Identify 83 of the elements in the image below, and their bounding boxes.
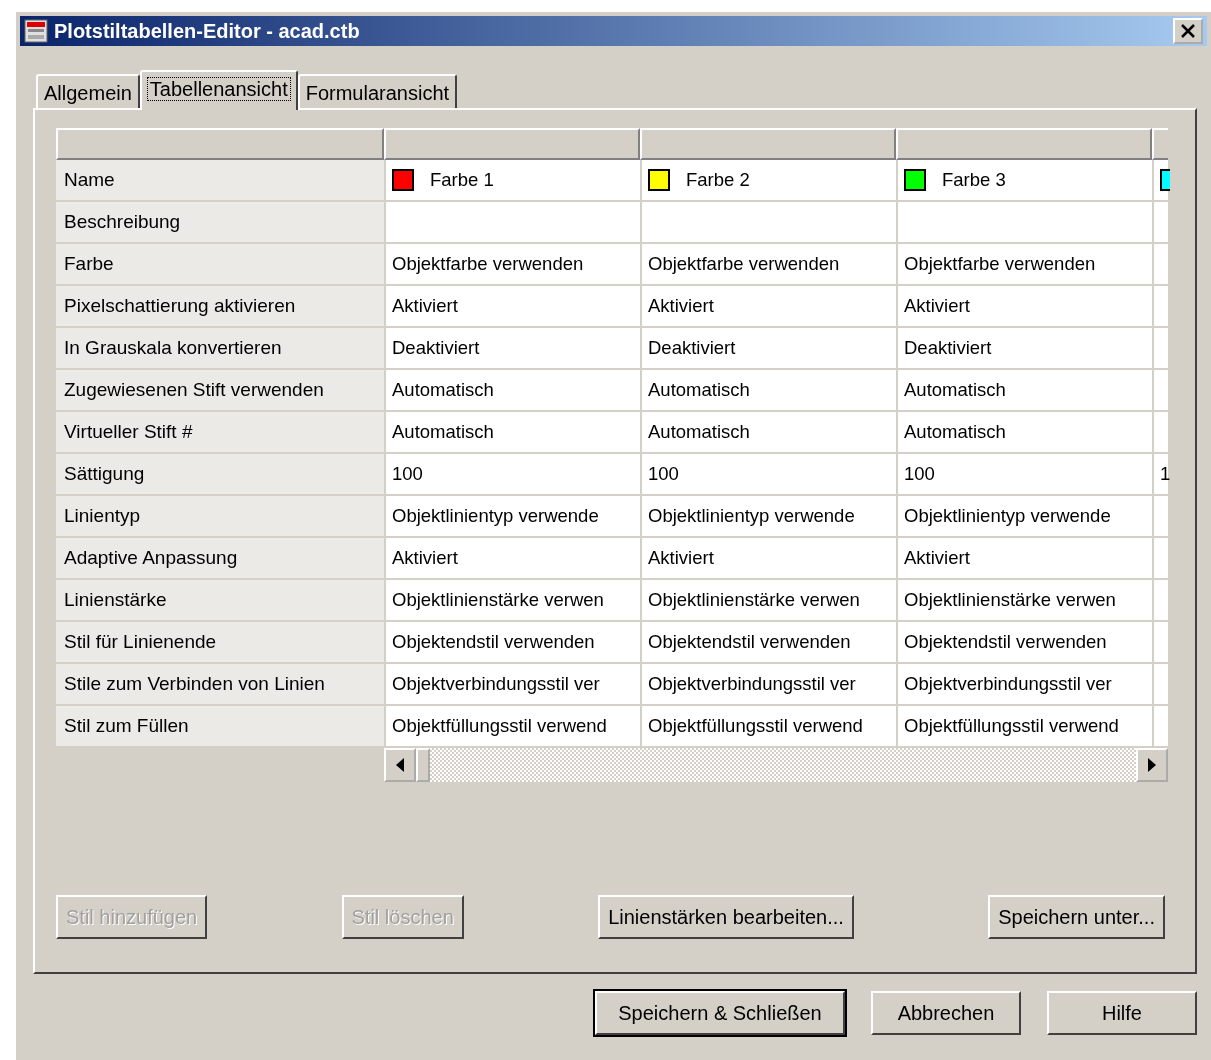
action-button[interactable]: Linienstärken bearbeiten... <box>598 895 854 939</box>
table-cell: Automatisch <box>384 412 640 454</box>
table-cell: Deaktiviert <box>896 328 1152 370</box>
table-cell: Objektverbindungsstil ver <box>896 664 1152 706</box>
table-cell: Objektlinientyp verwende <box>384 496 640 538</box>
table-cell <box>1152 244 1168 286</box>
table-cell: Objektfüllungsstil verwend <box>640 706 896 748</box>
table-cell: Aktiviert <box>640 286 896 328</box>
row-label: Pixelschattierung aktivieren <box>56 286 384 328</box>
table-cell: Objektlinientyp verwende <box>640 496 896 538</box>
table-cell <box>1152 412 1168 454</box>
close-button[interactable] <box>1173 18 1203 44</box>
table-cell: 100 <box>640 454 896 496</box>
row-label: Sättigung <box>56 454 384 496</box>
table-cell: Aktiviert <box>640 538 896 580</box>
row-label: Stil für Linienende <box>56 622 384 664</box>
table-cell: Objektlinienstärke verwen <box>896 580 1152 622</box>
close-icon <box>1180 24 1196 38</box>
tab[interactable]: Tabellenansicht <box>139 70 298 110</box>
table-cell: 100 <box>896 454 1152 496</box>
row-label: Stile zum Verbinden von Linien <box>56 664 384 706</box>
table-cell: Objektlinienstärke verwen <box>640 580 896 622</box>
row-label: Adaptive Anpassung <box>56 538 384 580</box>
table-cell: Objektfüllungsstil verwend <box>384 706 640 748</box>
horizontal-scrollbar[interactable] <box>384 748 1168 782</box>
style-name: Farbe 3 <box>942 168 1006 193</box>
row-label: Linienstärke <box>56 580 384 622</box>
row-label: Farbe <box>56 244 384 286</box>
row-label: Beschreibung <box>56 202 384 244</box>
table-cell: Automatisch <box>896 370 1152 412</box>
table-cell: Aktiviert <box>384 286 640 328</box>
table-cell <box>1152 622 1168 664</box>
row-label: Zugewiesenen Stift verwenden <box>56 370 384 412</box>
table-cell: Objektendstil verwenden <box>384 622 640 664</box>
table-cell <box>1152 370 1168 412</box>
table-cell: Automatisch <box>384 370 640 412</box>
dialog-button[interactable]: Hilfe <box>1047 991 1197 1035</box>
table-cell: Automatisch <box>640 370 896 412</box>
table-cell: Automatisch <box>640 412 896 454</box>
table-cell: Objektfarbe verwenden <box>640 244 896 286</box>
right-arrow-icon <box>1148 758 1156 772</box>
table-cell: Objektfüllungsstil verwend <box>896 706 1152 748</box>
table-cell: Objektlinientyp verwende <box>896 496 1152 538</box>
window-title: Plotstiltabellen-Editor - acad.ctb <box>54 19 360 44</box>
table-cell: Objektverbindungsstil ver <box>384 664 640 706</box>
table-cell: Objektendstil verwenden <box>896 622 1152 664</box>
table-cell: Objektendstil verwenden <box>640 622 896 664</box>
dialog-button[interactable]: Abbrechen <box>871 991 1021 1035</box>
table-cell: Objektfarbe verwenden <box>384 244 640 286</box>
row-label: Linientyp <box>56 496 384 538</box>
table-cell: Deaktiviert <box>640 328 896 370</box>
table-cell: 100 <box>384 454 640 496</box>
scroll-right-button[interactable] <box>1136 748 1168 782</box>
table-cell: Aktiviert <box>384 538 640 580</box>
table-cell <box>1152 706 1168 748</box>
left-arrow-icon <box>396 758 404 772</box>
table-cell <box>1152 286 1168 328</box>
table-cell <box>1152 496 1168 538</box>
app-icon <box>24 19 48 43</box>
table-cell: Aktiviert <box>896 286 1152 328</box>
scroll-thumb[interactable] <box>416 748 430 782</box>
tab[interactable]: Formularansicht <box>297 74 458 108</box>
table-cell <box>1152 328 1168 370</box>
table-cell: Objektfarbe verwenden <box>896 244 1152 286</box>
table-cell: Automatisch <box>896 412 1152 454</box>
table-cell: Aktiviert <box>896 538 1152 580</box>
table-cell <box>1152 664 1168 706</box>
table-cell <box>1152 538 1168 580</box>
table-cell <box>1152 580 1168 622</box>
table-cell: Objektverbindungsstil ver <box>640 664 896 706</box>
tab[interactable]: Allgemein <box>36 74 140 108</box>
style-name: Farbe 2 <box>686 168 750 193</box>
scroll-left-button[interactable] <box>384 748 416 782</box>
table-cell: 1 <box>1152 454 1168 496</box>
row-label: Name <box>56 160 384 202</box>
row-label: In Grauskala konvertieren <box>56 328 384 370</box>
action-button[interactable]: Speichern unter... <box>988 895 1165 939</box>
table-cell: Deaktiviert <box>384 328 640 370</box>
table-cell: Objektlinienstärke verwen <box>384 580 640 622</box>
style-name: Farbe 1 <box>430 168 494 193</box>
dialog-button[interactable]: Speichern & Schließen <box>595 991 845 1035</box>
row-label: Stil zum Füllen <box>56 706 384 748</box>
row-label: Virtueller Stift # <box>56 412 384 454</box>
